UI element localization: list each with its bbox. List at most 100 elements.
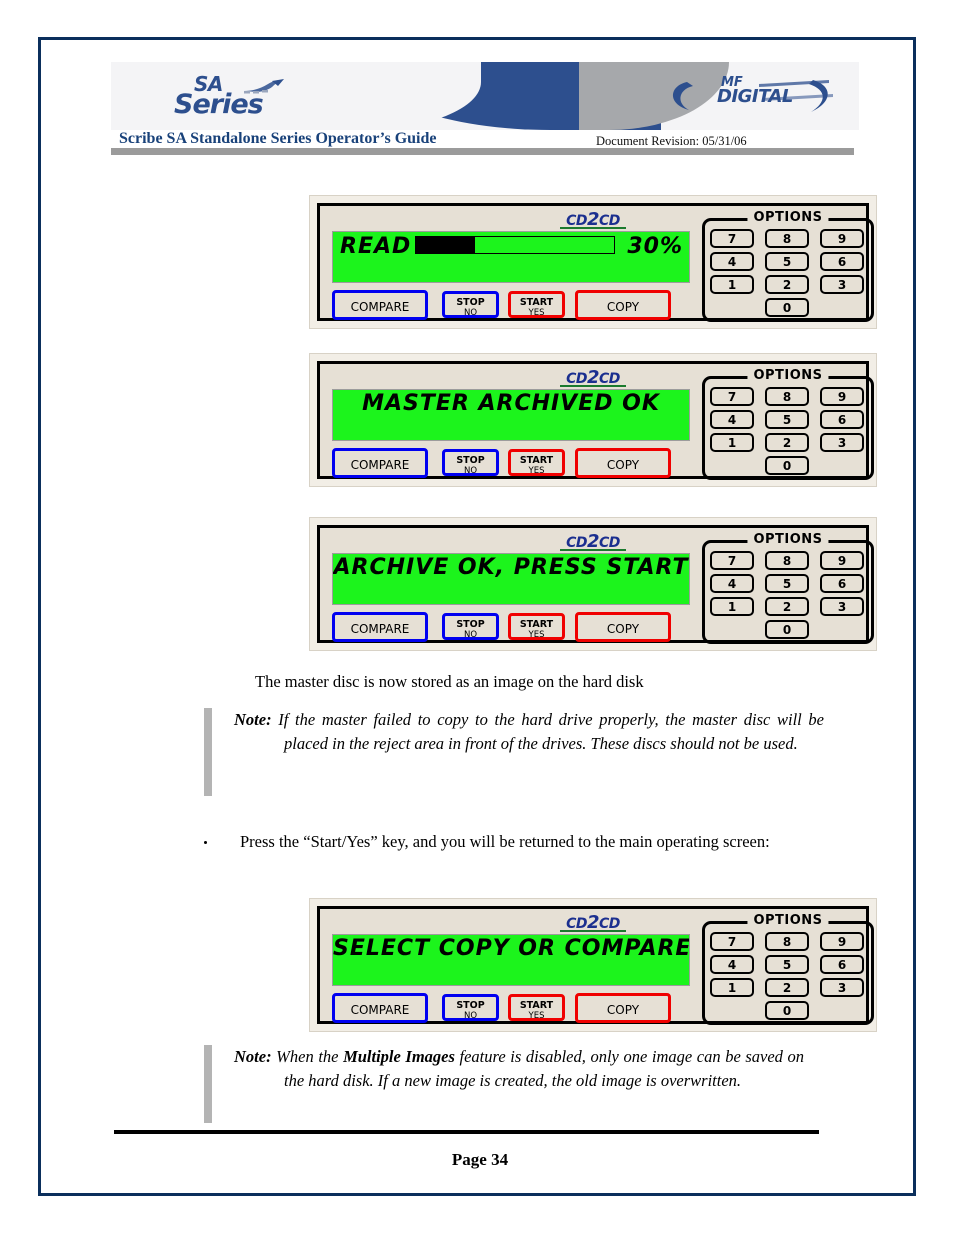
sa-series-logo: SA Series [156,70,366,126]
keypad-key-2[interactable]: 2 [765,978,809,997]
keypad-key-1[interactable]: 1 [710,978,754,997]
keypad-key-4[interactable]: 4 [710,252,754,271]
device-panel-archive-ok: CD2CD ARCHIVE OK, PRESS START COMPARE ST… [309,517,877,651]
keypad-key-0[interactable]: 0 [765,456,809,475]
keypad-key-9[interactable]: 9 [820,932,864,951]
device-bezel: CD2CD MASTER ARCHIVED OK COMPARE STOP NO… [317,361,874,480]
note-label: Note: [234,1047,272,1066]
start-button-line2: YES [528,466,545,476]
device-bezel: CD2CD READ 30% COMPARE STOP NO START YES [317,203,874,322]
options-group-label: OPTIONS [747,210,829,225]
lcd-progress-fill [416,237,476,253]
document-revision: Document Revision: 05/31/06 [596,134,747,148]
copy-button[interactable]: COPY [575,612,671,642]
start-button-line2: YES [528,308,545,318]
lcd-display: MASTER ARCHIVED OK [332,389,690,441]
start-button-line1: START [519,619,554,630]
stop-button-line1: STOP [456,455,485,466]
compare-button[interactable]: COMPARE [332,290,428,320]
keypad-key-9[interactable]: 9 [820,551,864,570]
start-yes-button[interactable]: START YES [508,291,565,318]
keypad-key-0[interactable]: 0 [765,620,809,639]
keypad-key-9[interactable]: 9 [820,229,864,248]
keypad-key-8[interactable]: 8 [765,932,809,951]
copy-button[interactable]: COPY [575,448,671,478]
bullet-dot-icon [204,841,207,844]
keypad-key-5[interactable]: 5 [765,410,809,429]
swoosh-bird-mark-icon [244,79,284,94]
keypad-key-1[interactable]: 1 [710,275,754,294]
lcd-message-text: ARCHIVE OK, PRESS START [333,555,689,580]
stop-no-button[interactable]: STOP NO [442,449,499,476]
keypad-key-8[interactable]: 8 [765,229,809,248]
note-emphasis-multiple-images: Multiple Images [343,1047,455,1066]
keypad-key-8[interactable]: 8 [765,387,809,406]
copy-button[interactable]: COPY [575,290,671,320]
keypad-key-9[interactable]: 9 [820,387,864,406]
options-group-label: OPTIONS [747,368,829,383]
lcd-display: READ 30% [332,231,690,283]
keypad-key-4[interactable]: 4 [710,574,754,593]
options-keypad-group: OPTIONS 789 456 1230 [702,913,874,1025]
keypad-key-7[interactable]: 7 [710,932,754,951]
lcd-progress-percent: 30% [627,234,683,259]
numeric-keypad: 789 456 1230 [710,551,868,639]
keypad-key-2[interactable]: 2 [765,597,809,616]
keypad-key-6[interactable]: 6 [820,574,864,593]
keypad-key-6[interactable]: 6 [820,955,864,974]
cd2cd-underline [560,227,626,229]
numeric-keypad: 789 456 1230 [710,932,868,1020]
page-number: Page 34 [451,1150,509,1169]
lcd-status-label: READ [340,234,412,259]
lcd-progress-bar [415,236,615,254]
mf-digital-logo: MF DIGITAL [663,74,843,118]
lcd-display: ARCHIVE OK, PRESS START [332,553,690,605]
options-keypad-group: OPTIONS 789 456 1230 [702,532,874,644]
compare-button[interactable]: COMPARE [332,993,428,1023]
keypad-key-8[interactable]: 8 [765,551,809,570]
keypad-key-4[interactable]: 4 [710,410,754,429]
keypad-key-7[interactable]: 7 [710,551,754,570]
keypad-key-1[interactable]: 1 [710,597,754,616]
start-yes-button[interactable]: START YES [508,613,565,640]
keypad-key-3[interactable]: 3 [820,597,864,616]
keypad-key-0[interactable]: 0 [765,298,809,317]
stop-no-button[interactable]: STOP NO [442,613,499,640]
device-panel-read-progress: CD2CD READ 30% COMPARE STOP NO START YES [309,195,877,329]
stop-button-line1: STOP [456,1000,485,1011]
numeric-keypad: 789 456 1230 [710,229,868,317]
keypad-key-1[interactable]: 1 [710,433,754,452]
compare-button[interactable]: COMPARE [332,448,428,478]
stop-no-button[interactable]: STOP NO [442,291,499,318]
keypad-key-3[interactable]: 3 [820,433,864,452]
keypad-key-7[interactable]: 7 [710,229,754,248]
start-button-line1: START [519,455,554,466]
start-yes-button[interactable]: START YES [508,449,565,476]
compare-button[interactable]: COMPARE [332,612,428,642]
keypad-key-2[interactable]: 2 [765,433,809,452]
keypad-key-5[interactable]: 5 [765,252,809,271]
copy-button[interactable]: COPY [575,993,671,1023]
device-bezel: CD2CD SELECT COPY OR COMPARE COMPARE STO… [317,906,874,1025]
cd2cd-underline [560,930,626,932]
options-keypad-group: OPTIONS 789 456 1230 [702,368,874,480]
note-label: Note: [234,710,272,729]
start-yes-button[interactable]: START YES [508,994,565,1021]
keypad-key-0[interactable]: 0 [765,1001,809,1020]
note-block-multiple-images: Note: When the Multiple Images feature i… [204,1045,824,1125]
cd2cd-underline [560,385,626,387]
keypad-key-5[interactable]: 5 [765,955,809,974]
mf-logo-line2: DIGITAL [717,86,793,107]
keypad-key-7[interactable]: 7 [710,387,754,406]
stop-no-button[interactable]: STOP NO [442,994,499,1021]
keypad-key-6[interactable]: 6 [820,252,864,271]
options-keypad-group: OPTIONS 789 456 1230 [702,210,874,322]
keypad-key-4[interactable]: 4 [710,955,754,974]
keypad-key-3[interactable]: 3 [820,275,864,294]
keypad-key-3[interactable]: 3 [820,978,864,997]
lcd-message-text: MASTER ARCHIVED OK [362,391,660,416]
keypad-key-2[interactable]: 2 [765,275,809,294]
keypad-key-6[interactable]: 6 [820,410,864,429]
device-panel-select-copy-compare: CD2CD SELECT COPY OR COMPARE COMPARE STO… [309,898,877,1032]
keypad-key-5[interactable]: 5 [765,574,809,593]
